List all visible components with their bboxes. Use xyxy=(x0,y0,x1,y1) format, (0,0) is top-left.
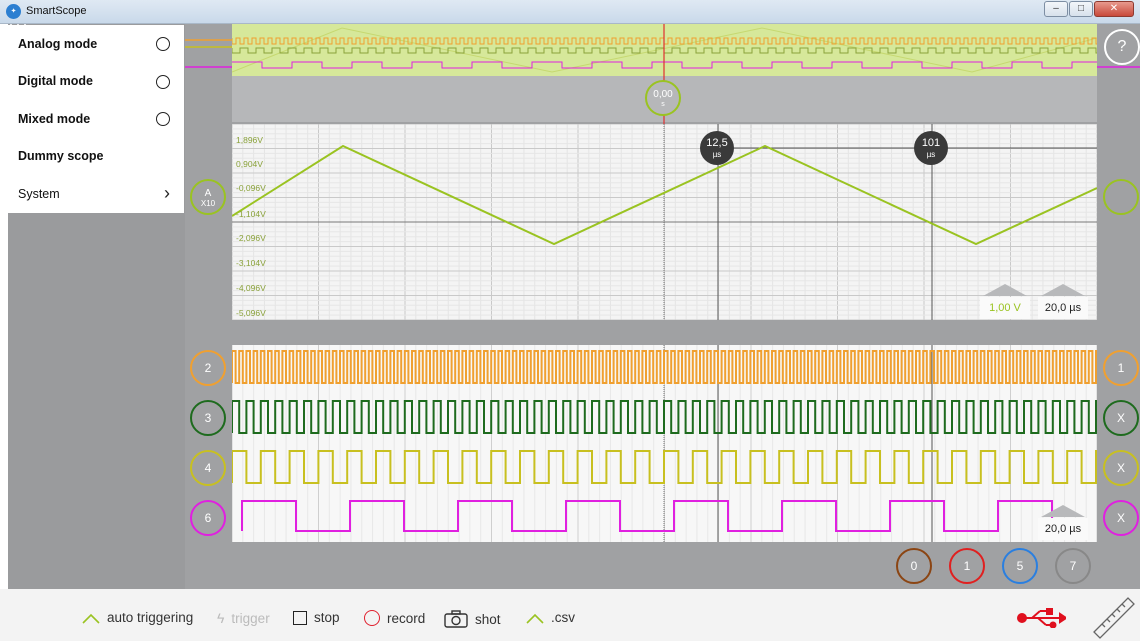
digital-waveforms xyxy=(232,345,1097,542)
cursor-unit: µs xyxy=(712,150,722,159)
help-button[interactable]: ? xyxy=(1104,29,1140,65)
auto-triggering-button[interactable]: auto triggering xyxy=(82,610,193,625)
close-button[interactable]: ✕ xyxy=(1094,1,1134,17)
menu-item-label: Digital mode xyxy=(18,74,94,89)
y-label: -2,096V xyxy=(236,233,266,243)
digital-channel-6-handle[interactable]: 6 xyxy=(190,500,226,536)
record-label: record xyxy=(387,610,426,626)
digital-graph[interactable] xyxy=(232,345,1097,542)
probe-label: X10 xyxy=(200,199,216,208)
maximize-button[interactable]: □ xyxy=(1069,1,1093,17)
menu-item-digital-mode[interactable]: Digital mode xyxy=(8,63,184,101)
digital-channel-4-handle[interactable]: 4 xyxy=(190,450,226,486)
cursor-marker-2[interactable]: 101 µs xyxy=(914,131,948,165)
trigger-label: trigger xyxy=(231,610,270,626)
y-label: -1,104V xyxy=(236,209,266,219)
menu-item-label: Analog mode xyxy=(18,36,98,51)
cursor-unit: µs xyxy=(926,150,936,159)
hidden-channel-5[interactable]: 5 xyxy=(1002,548,1038,584)
y-label: 0,904V xyxy=(236,159,263,169)
chevron-right-icon: › xyxy=(164,183,170,203)
lightning-icon: ϟ xyxy=(217,610,225,626)
y-label: -0,096V xyxy=(236,183,266,193)
menu-item-label: System xyxy=(18,186,60,201)
minimize-button[interactable]: – xyxy=(1044,1,1068,17)
shot-label: shot xyxy=(475,611,501,627)
overview-ref-lines xyxy=(185,24,1140,76)
digital-time-div-value[interactable]: 20,0 µs xyxy=(1038,518,1088,540)
csv-button[interactable]: .csv xyxy=(526,610,575,625)
channel-label: A xyxy=(204,188,212,199)
record-icon xyxy=(364,610,380,626)
auto-triggering-label: auto triggering xyxy=(107,610,194,625)
y-label: -4,096V xyxy=(236,283,266,293)
title-bar: ✦ SmartScope – □ ✕ xyxy=(0,0,1140,24)
analog-channel-a-handle[interactable]: A X10 xyxy=(190,179,226,215)
usb-icon xyxy=(1017,608,1066,628)
trigger-time-handle[interactable]: 0,00 s xyxy=(645,80,681,116)
menu-item-dummy-scope[interactable]: Dummy scope xyxy=(8,138,184,176)
stop-button[interactable]: stop xyxy=(293,610,340,625)
camera-icon xyxy=(444,610,468,628)
menu-item-label: Mixed mode xyxy=(18,111,91,126)
digital-channel-3-handle[interactable]: 3 xyxy=(190,400,226,436)
record-button[interactable]: record xyxy=(364,610,425,626)
smartscope-icon: ✦ xyxy=(6,4,21,19)
menu-empty-area xyxy=(8,213,184,589)
hidden-channel-0[interactable]: 0 xyxy=(896,548,932,584)
menu-item-mixed-mode[interactable]: Mixed mode xyxy=(8,100,184,138)
digital-channel-2-handle[interactable]: 2 xyxy=(190,350,226,386)
trigger-time-unit: s xyxy=(661,101,665,108)
digital-right-handle-1[interactable]: 1 xyxy=(1103,350,1139,386)
hidden-channel-1[interactable]: 1 xyxy=(949,548,985,584)
analog-mode-radio[interactable] xyxy=(156,37,170,51)
digital-right-handle-x[interactable]: X xyxy=(1103,400,1139,436)
ruler-icon[interactable] xyxy=(1090,592,1138,640)
y-label: -5,096V xyxy=(236,308,266,318)
menu-item-system[interactable]: System › xyxy=(8,175,184,213)
stop-checkbox[interactable] xyxy=(293,610,307,625)
y-label: -3,104V xyxy=(236,258,266,268)
window-controls: – □ ✕ xyxy=(1044,1,1134,17)
digital-time-div-up-arrow[interactable] xyxy=(1041,505,1085,517)
analog-graph[interactable] xyxy=(232,124,1097,320)
digital-mode-radio[interactable] xyxy=(156,74,170,89)
digital-right-handle-x[interactable]: X xyxy=(1103,450,1139,486)
menu-item-label: Dummy scope xyxy=(18,149,104,164)
cursor-marker-1[interactable]: 12,5 µs xyxy=(700,131,734,165)
volt-div-up-arrow[interactable] xyxy=(983,284,1027,296)
hidden-channel-7[interactable]: 7 xyxy=(1055,548,1091,584)
volt-div-value[interactable]: 1,00 V xyxy=(980,297,1030,319)
chevron-up-icon xyxy=(82,613,100,624)
mode-menu: Analog mode Digital mode Mixed mode Dumm… xyxy=(8,25,184,213)
cursor-value: 12,5 xyxy=(706,137,728,149)
analog-grid xyxy=(232,124,1097,320)
mixed-mode-radio[interactable] xyxy=(156,112,170,126)
time-div-up-arrow[interactable] xyxy=(1041,284,1085,296)
csv-label: .csv xyxy=(551,610,576,625)
analog-right-handle[interactable] xyxy=(1103,179,1139,215)
time-div-value[interactable]: 20,0 µs xyxy=(1038,297,1088,319)
trigger-time-value: 0,00 xyxy=(653,89,673,100)
menu-item-analog-mode[interactable]: Analog mode xyxy=(8,25,184,63)
chevron-up-icon xyxy=(526,613,544,624)
y-label: 1,896V xyxy=(236,135,263,145)
left-edge xyxy=(0,24,8,589)
shot-button[interactable]: shot xyxy=(444,610,501,628)
trigger-button[interactable]: ϟ trigger xyxy=(217,610,270,626)
stop-label: stop xyxy=(314,610,340,625)
cursor-value: 101 xyxy=(921,137,941,149)
window-title: SmartScope xyxy=(26,5,87,17)
digital-right-handle-x[interactable]: X xyxy=(1103,500,1139,536)
